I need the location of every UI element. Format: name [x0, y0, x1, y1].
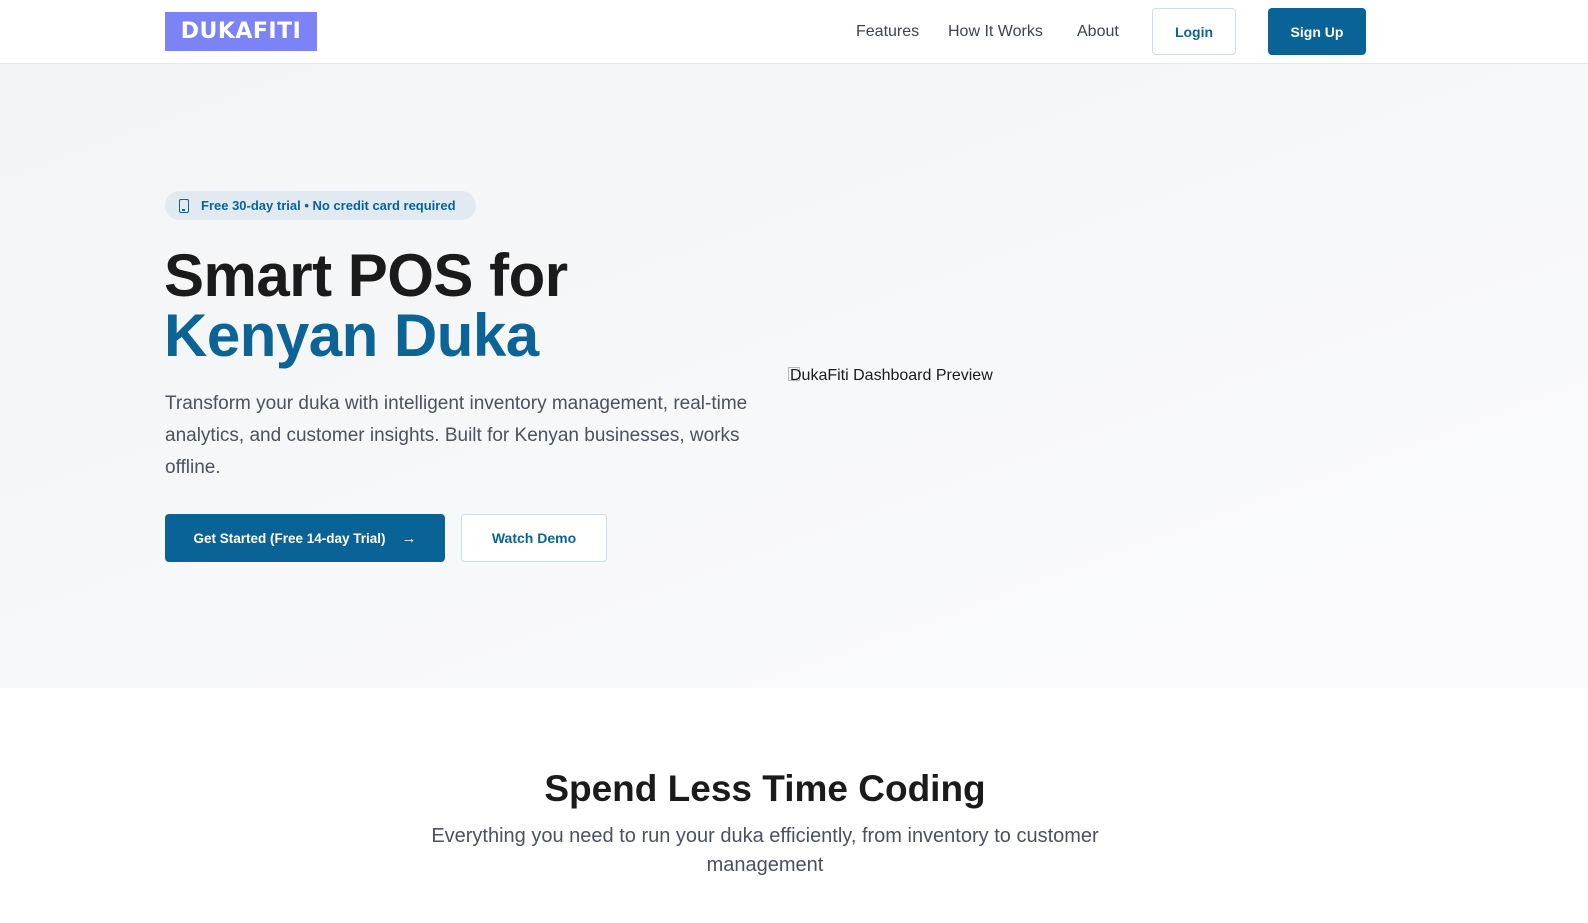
hero-title-accent: Kenyan Duka [164, 302, 539, 369]
logo[interactable]: DUKAFITI [165, 12, 317, 51]
nav-link-about[interactable]: About [1077, 22, 1119, 42]
nav-link-features[interactable]: Features [856, 22, 919, 42]
watch-demo-button[interactable]: Watch Demo [461, 514, 607, 562]
top-navbar: DUKAFITI Features How It Works About Log… [0, 0, 1588, 64]
signup-button[interactable]: Sign Up [1268, 8, 1366, 55]
trial-badge-text: Free 30-day trial • No credit card requi… [201, 198, 456, 213]
get-started-button[interactable]: Get Started (Free 14-day Trial) → [165, 514, 445, 562]
hero-title: Smart POS for [164, 242, 568, 309]
features-title: Spend Less Time Coding [544, 768, 986, 809]
nav-link-how-it-works[interactable]: How It Works [948, 22, 1043, 42]
dashboard-preview-image: DukaFiti Dashboard Preview [788, 364, 1368, 444]
dashboard-preview-alt-text: DukaFiti Dashboard Preview [790, 367, 993, 384]
features-description: Everything you need to run your duka eff… [431, 825, 1099, 876]
phone-icon [179, 198, 189, 213]
login-button[interactable]: Login [1152, 8, 1236, 55]
arrow-right-icon: → [401, 529, 417, 547]
trial-badge: Free 30-day trial • No credit card requi… [165, 191, 476, 220]
hero-description: Transform your duka with intelligent inv… [165, 393, 748, 478]
get-started-label: Get Started (Free 14-day Trial) [193, 530, 386, 546]
